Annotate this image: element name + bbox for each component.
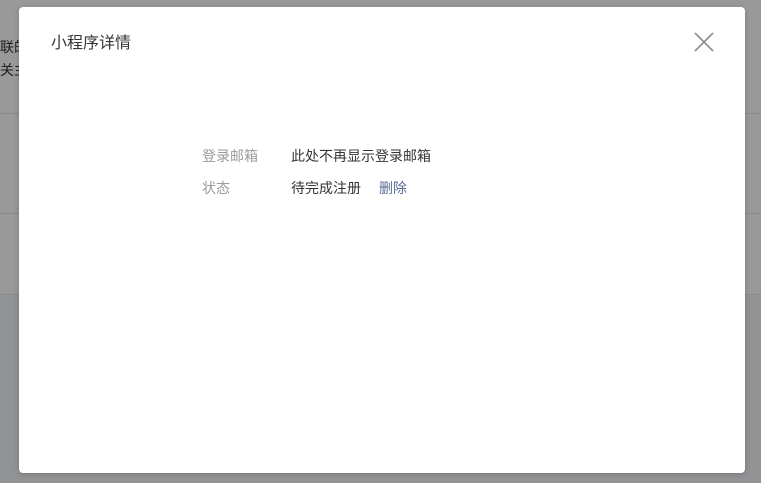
- detail-list: 登录邮箱 此处不再显示登录邮箱 状态 待完成注册 删除: [202, 145, 431, 209]
- status-value: 待完成注册: [291, 181, 361, 197]
- detail-row-login-email: 登录邮箱 此处不再显示登录邮箱: [202, 145, 431, 167]
- close-button[interactable]: [691, 29, 717, 55]
- delete-link[interactable]: 删除: [379, 178, 407, 198]
- detail-row-status: 状态 待完成注册 删除: [202, 177, 431, 199]
- status-label: 状态: [202, 181, 230, 197]
- dialog-title: 小程序详情: [51, 33, 132, 52]
- mini-program-detail-dialog: 小程序详情 登录邮箱 此处不再显示登录邮箱 状态 待完成注册 删除: [19, 7, 745, 473]
- login-email-label: 登录邮箱: [202, 149, 258, 165]
- page: 联的 关主 小程序详情 登录邮箱 此处不再显示登录邮箱 状态 待完成注册 删除: [0, 0, 761, 483]
- login-email-value: 此处不再显示登录邮箱: [291, 149, 431, 165]
- close-icon: [694, 32, 714, 52]
